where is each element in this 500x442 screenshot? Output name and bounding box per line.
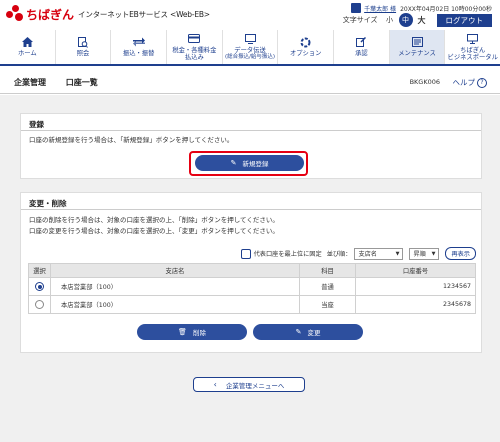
register-heading: 登録 xyxy=(21,114,481,131)
nav-item-inquiry[interactable]: 照会 xyxy=(56,30,112,64)
nav-item-business-portal[interactable]: ちばぎん ビジネスポータル xyxy=(445,30,500,64)
account-radio[interactable] xyxy=(35,282,44,291)
home-icon xyxy=(21,37,33,47)
branch-cell: 本店営業部（100） xyxy=(50,295,300,314)
account-number-cell: 2345678 xyxy=(355,295,476,314)
logo-text: ちばぎん xyxy=(26,7,75,22)
table-header-row: 選択 支店名 科目 口座番号 xyxy=(28,263,476,278)
pencil-icon: ✎ xyxy=(295,328,302,336)
text-size-label: 文字サイズ xyxy=(342,16,378,24)
account-number-cell: 1234567 xyxy=(355,277,476,296)
business-portal-icon xyxy=(467,33,479,44)
nav-label: 照会 xyxy=(76,50,90,57)
last-login: 20XX年04月02日 10時00分00秒 xyxy=(400,5,492,13)
change-button[interactable]: ✎ 変更 xyxy=(253,324,363,340)
new-register-label: 新規登録 xyxy=(242,160,269,168)
nav-sublabel: (総合振込/給与振込) xyxy=(224,53,276,60)
transfer-icon xyxy=(132,37,145,47)
pin-representative-label: 代表口座を最上位に固定 xyxy=(253,251,322,258)
help-icon: ? xyxy=(477,77,487,88)
tax-payment-icon xyxy=(188,34,201,44)
redisplay-button[interactable]: 再表示 xyxy=(445,247,476,260)
text-size-small-button[interactable]: 小 xyxy=(383,13,397,27)
table-row[interactable]: 本店営業部（100） 普通 1234567 xyxy=(28,277,476,296)
column-header-branch: 支店名 xyxy=(50,263,300,278)
sort-key-select[interactable]: 支店名 ▼ xyxy=(354,247,404,260)
pencil-icon: ✎ xyxy=(230,159,237,167)
user-name[interactable]: 千葉太郎 様 xyxy=(364,4,396,13)
approval-icon xyxy=(355,37,367,47)
nav-label: オプション xyxy=(289,50,322,57)
nav-item-transfer[interactable]: 振込・振替 xyxy=(111,30,168,64)
type-cell: 当座 xyxy=(299,295,356,314)
service-name: インターネットEBサービス <Web-EB> xyxy=(78,9,210,19)
logo-mark-icon xyxy=(6,5,24,23)
new-register-button[interactable]: ✎ 新規登録 xyxy=(195,155,304,171)
text-size-control: 文字サイズ 小 中 大 ログアウト xyxy=(343,13,492,27)
register-instruction: 口座の新規登録を行う場合は、「新規登録」ボタンを押してください。 xyxy=(29,136,234,144)
type-cell: 普通 xyxy=(299,277,356,296)
nav-label: 振込・振替 xyxy=(122,50,155,57)
pin-representative-checkbox[interactable] xyxy=(240,248,251,259)
sort-order-value: 昇順 xyxy=(413,251,426,258)
nav-label: ホーム xyxy=(17,50,37,57)
nav-item-data-transmission[interactable]: データ伝送 (総合振込/給与振込) xyxy=(223,30,279,64)
text-size-medium-button[interactable]: 中 xyxy=(398,13,413,27)
user-info: 千葉太郎 様 20XX年04月02日 10時00分00秒 xyxy=(351,3,492,13)
logout-button[interactable]: ログアウト xyxy=(436,13,492,27)
option-icon xyxy=(300,37,312,47)
modify-instruction-change: 口座の変更を行う場合は、対象の口座を選択の上、「変更」ボタンを押してください。 xyxy=(29,227,279,235)
column-header-type: 科目 xyxy=(299,263,356,278)
text-size-large-button[interactable]: 大 xyxy=(415,13,429,27)
modify-instruction-delete: 口座の削除を行う場合は、対象の口座を選択の上、「削除」ボタンを押してください。 xyxy=(29,216,279,224)
modify-heading: 変更・削除 xyxy=(21,193,481,210)
account-radio[interactable] xyxy=(35,300,44,309)
list-options: 代表口座を最上位に固定 並び順： 支店名 ▼ 昇順 ▼ 再表示 xyxy=(240,247,476,260)
page-title: 企業管理 口座一覧 xyxy=(14,77,115,88)
nav-label: 税金・各種料金 払込み xyxy=(172,46,217,61)
table-row[interactable]: 本店営業部（100） 当座 2345678 xyxy=(28,295,476,314)
trash-icon: 🗑 xyxy=(178,328,187,336)
data-transmission-icon xyxy=(244,33,256,44)
help-label: ヘルプ xyxy=(452,78,476,87)
nav-item-home[interactable]: ホーム xyxy=(0,30,56,64)
chevron-left-icon: ‹ xyxy=(213,380,217,389)
page-title-bar: 企業管理 口座一覧 BKGK006 ヘルプ ? xyxy=(0,70,500,94)
delete-button[interactable]: 🗑 削除 xyxy=(137,324,247,340)
nav-item-tax-payment[interactable]: 税金・各種料金 払込み xyxy=(167,30,223,64)
user-icon xyxy=(351,3,362,13)
select-cell xyxy=(28,277,51,296)
screen-id: BKGK006 xyxy=(409,78,440,86)
inquiry-icon xyxy=(77,36,89,48)
nav-label: データ伝送 xyxy=(234,46,266,54)
delete-label: 削除 xyxy=(192,329,206,337)
header: ちばぎん インターネットEBサービス <Web-EB> 千葉太郎 様 20XX年… xyxy=(0,0,500,30)
nav-item-maintenance[interactable]: メンテナンス xyxy=(389,30,446,64)
back-label: 企業管理メニューへ xyxy=(225,381,285,390)
branch-cell: 本店営業部（100） xyxy=(50,277,300,296)
help-link[interactable]: ヘルプ ? xyxy=(452,77,487,88)
account-table: 選択 支店名 科目 口座番号 本店営業部（100） 普通 1234567 本店営… xyxy=(28,263,476,314)
nav-label: ちばぎん ビジネスポータル xyxy=(447,46,498,61)
global-nav: ホーム 照会 振込・振替 税金・各種料金 払込み データ伝送 (総合振込/給与振… xyxy=(0,30,500,66)
breadcrumb-account-list: 口座一覧 xyxy=(65,78,98,87)
chevron-down-icon: ▼ xyxy=(395,250,400,257)
back-to-company-menu-button[interactable]: ‹ 企業管理メニューへ xyxy=(193,377,305,392)
breadcrumb-company-management: 企業管理 xyxy=(14,78,46,87)
sort-label: 並び順： xyxy=(326,251,352,258)
column-header-number: 口座番号 xyxy=(355,263,476,278)
maintenance-icon xyxy=(411,37,423,47)
select-cell xyxy=(28,295,51,314)
sort-order-select[interactable]: 昇順 ▼ xyxy=(409,247,440,260)
nav-label: 承認 xyxy=(355,50,368,57)
nav-label: メンテナンス xyxy=(398,50,436,57)
sort-key-value: 支店名 xyxy=(358,251,377,258)
nav-item-approval[interactable]: 承認 xyxy=(334,30,390,64)
change-label: 変更 xyxy=(307,329,321,337)
chevron-down-icon: ▼ xyxy=(431,250,436,257)
chibagin-logo: ちばぎん インターネットEBサービス <Web-EB> xyxy=(6,5,210,23)
column-header-select: 選択 xyxy=(28,263,51,278)
nav-item-option[interactable]: オプション xyxy=(278,30,335,64)
